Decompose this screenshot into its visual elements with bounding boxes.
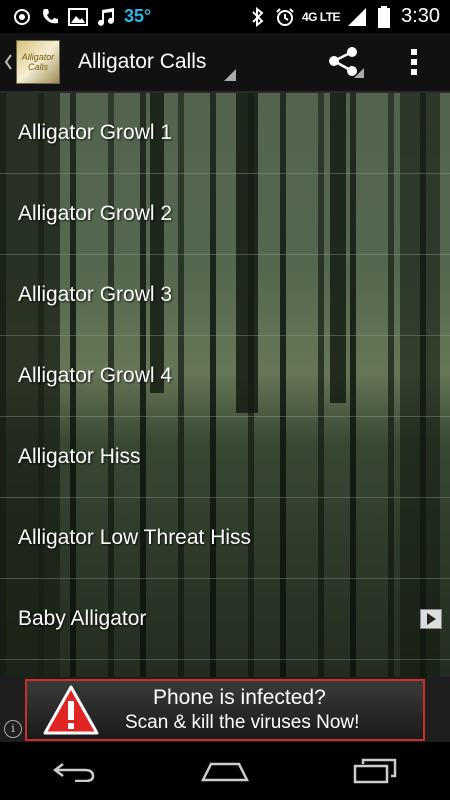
- list-item-label: Baby Alligator: [18, 607, 147, 630]
- app-icon-text: Alligator Calls: [21, 52, 55, 72]
- phone-icon: [40, 7, 60, 27]
- navigation-bar: [0, 742, 450, 800]
- bluetooth-icon: [248, 6, 268, 27]
- list-item[interactable]: Alligator Growl 1: [0, 93, 450, 174]
- list-item[interactable]: Baby Alligator: [0, 579, 450, 660]
- network-type: 4G LTE: [301, 9, 341, 24]
- list-item[interactable]: Alligator Hiss: [0, 417, 450, 498]
- list-item-label: Alligator Growl 4: [18, 364, 173, 387]
- share-icon: [329, 47, 364, 78]
- play-icon[interactable]: [420, 609, 442, 629]
- spinner-indicator-icon: [224, 69, 236, 81]
- ad-headline: Phone is infected?: [153, 686, 326, 709]
- list-item[interactable]: Alligator Growl 3: [0, 255, 450, 336]
- nav-back-icon: [53, 763, 95, 782]
- signal-icon: [347, 7, 367, 27]
- list-item[interactable]: Alligator Growl 2: [0, 174, 450, 255]
- nav-recents-icon: [353, 758, 397, 784]
- alarm-icon: [275, 7, 295, 27]
- battery-icon: [374, 5, 394, 28]
- list-item-label: Alligator Growl 3: [18, 283, 173, 306]
- music-icon: [96, 7, 116, 27]
- temperature-text: 35°: [124, 6, 152, 26]
- sound-list: Alligator Growl 1 Alligator Growl 2 Alli…: [0, 93, 450, 677]
- app-icon[interactable]: Alligator Calls: [16, 40, 60, 84]
- image-icon: [68, 7, 88, 27]
- nav-back-button[interactable]: [45, 751, 105, 791]
- share-button[interactable]: [328, 46, 364, 80]
- list-item-label: Alligator Growl 2: [18, 202, 173, 225]
- list-item[interactable]: Alligator Low Threat Hiss: [0, 498, 450, 579]
- list-item-label: Alligator Low Threat Hiss: [18, 526, 252, 549]
- nav-recents-button[interactable]: [345, 751, 405, 791]
- info-icon[interactable]: i: [4, 720, 22, 738]
- action-bar: Alligator Calls Alligator Calls: [0, 33, 450, 93]
- list-item-label: Alligator Hiss: [18, 445, 141, 468]
- overflow-menu-button[interactable]: [400, 47, 428, 77]
- list-item[interactable]: Alligator Growl 4: [0, 336, 450, 417]
- nav-home-button[interactable]: [195, 751, 255, 791]
- notification-target-icon: [12, 7, 32, 27]
- back-arrow-icon[interactable]: [2, 54, 14, 70]
- page-title[interactable]: Alligator Calls: [78, 50, 206, 74]
- nav-home-icon: [201, 762, 249, 782]
- overflow-menu-icon: [411, 49, 417, 75]
- warning-icon: [43, 685, 99, 735]
- clock: 3:30: [401, 5, 440, 27]
- status-bar: 35° 4G LTE 3:30: [0, 0, 450, 33]
- ad-container: Phone is infected? Scan & kill the virus…: [0, 677, 450, 742]
- ad-banner[interactable]: Phone is infected? Scan & kill the virus…: [25, 679, 425, 741]
- list-item-label: Alligator Growl 1: [18, 121, 173, 144]
- ad-subline: Scan & kill the viruses Now!: [125, 712, 360, 733]
